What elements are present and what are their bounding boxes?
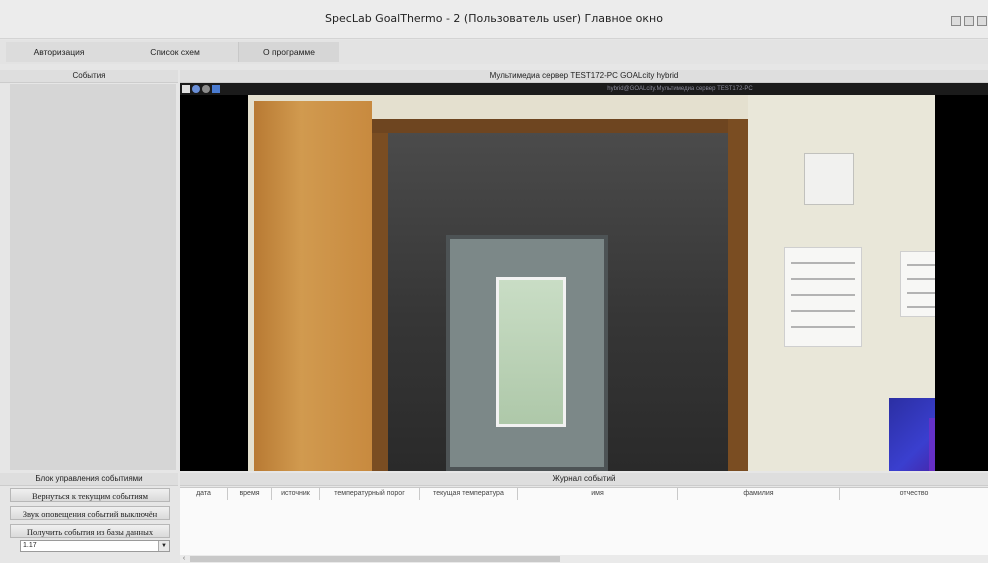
thermal-overlay [889, 398, 935, 471]
events-list[interactable] [10, 84, 176, 470]
search-icon[interactable] [192, 85, 200, 93]
column-patronymic[interactable]: отчество [840, 488, 988, 500]
column-current-temperature[interactable]: текущая температура [420, 488, 518, 500]
wall-panel [804, 153, 854, 205]
return-to-current-events-button[interactable]: Вернуться к текущим событиям [10, 488, 170, 502]
scrollbar-thumb[interactable] [190, 556, 560, 562]
column-time[interactable]: время [228, 488, 272, 500]
column-last-name[interactable]: фамилия [678, 488, 840, 500]
get-events-from-db-button[interactable]: Получить события из базы данных [10, 524, 170, 538]
camera-image [248, 95, 935, 471]
thermal-figure [929, 418, 935, 471]
column-source[interactable]: источник [272, 488, 320, 500]
column-temperature-threshold[interactable]: температурный порог [320, 488, 420, 500]
menu-authorization[interactable]: Авторизация [6, 42, 112, 62]
event-select[interactable]: 1.17 ▼ [20, 540, 170, 552]
door-frame-top [372, 119, 748, 133]
table-header: дата время источник температурный порог … [180, 488, 988, 500]
event-select-value: 1.17 [23, 542, 37, 549]
control-block-title: Блок управления событиями [0, 473, 178, 486]
horizontal-scrollbar[interactable]: ‹ [180, 555, 988, 563]
zoom-icon[interactable] [182, 85, 190, 93]
wall-notice [900, 251, 935, 317]
scroll-left-icon[interactable]: ‹ [180, 555, 188, 563]
door [254, 101, 372, 471]
menu-about[interactable]: О программе [238, 42, 339, 62]
menu-schemes-list[interactable]: Список схем [112, 42, 238, 62]
journal-title: Журнал событий [180, 473, 988, 486]
minimize-icon[interactable] [951, 16, 961, 26]
event-sound-toggle-button[interactable]: Звук оповещения событий выключён [10, 506, 170, 520]
door-frame-right [728, 119, 748, 471]
save-icon[interactable] [212, 85, 220, 93]
column-first-name[interactable]: имя [518, 488, 678, 500]
window [496, 277, 566, 427]
events-panel-title: События [0, 70, 178, 83]
stream-label: hybrid@GOALcity.Мультимедиа сервер TEST1… [607, 86, 753, 92]
maximize-icon[interactable] [964, 16, 974, 26]
door-frame [372, 119, 388, 471]
chevron-down-icon[interactable]: ▼ [158, 541, 169, 551]
column-date[interactable]: дата [180, 488, 228, 500]
window-title: SpecLab GoalThermo - 2 (Пользователь use… [325, 12, 663, 25]
wall-notice [784, 247, 862, 347]
video-toolbar: hybrid@GOALcity.Мультимедиа сервер TEST1… [180, 83, 988, 95]
close-icon[interactable] [977, 16, 987, 26]
video-viewport[interactable]: hybrid@GOALcity.Мультимедиа сервер TEST1… [180, 83, 988, 471]
settings-icon[interactable] [202, 85, 210, 93]
video-panel-title: Мультимедиа сервер TEST172-PC GOALcity h… [180, 70, 988, 83]
events-journal-table[interactable]: дата время источник температурный порог … [180, 487, 988, 556]
